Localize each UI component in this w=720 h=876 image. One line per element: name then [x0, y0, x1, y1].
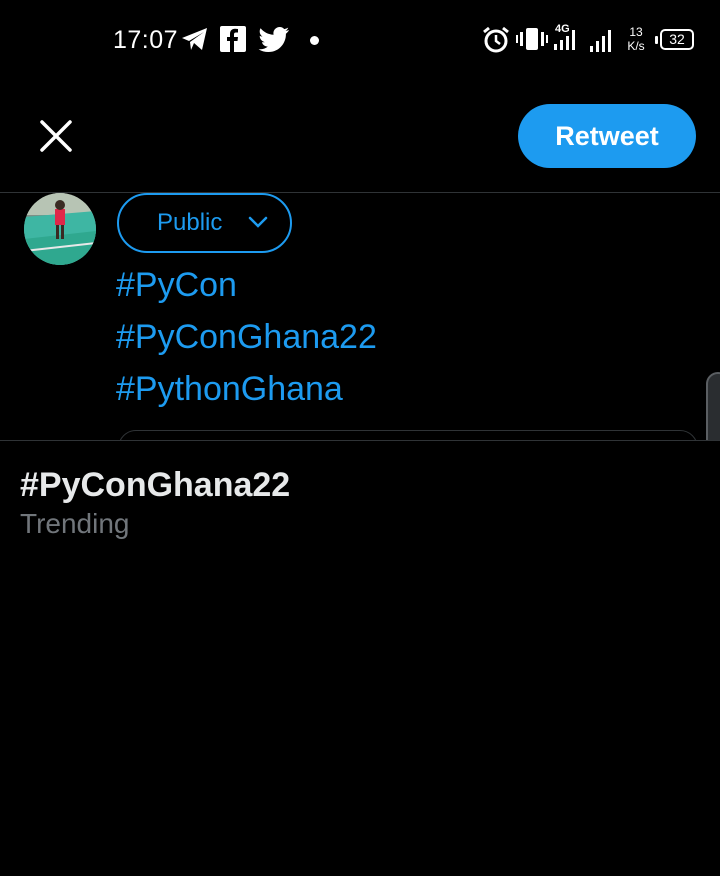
suggestion-subtitle: Trending [20, 508, 130, 539]
signal-4g-icon: 4G [552, 22, 582, 57]
avatar[interactable] [24, 193, 96, 265]
telegram-icon [180, 24, 210, 59]
hashtag-pyconghana22[interactable]: #PyConGhana22 [116, 318, 377, 357]
hashtag-suggestions: #PyConGhana22 Trending [0, 440, 720, 876]
profile-photo [24, 193, 96, 265]
alarm-icon [482, 26, 510, 59]
chevron-down-icon [248, 216, 268, 228]
close-icon [40, 120, 72, 152]
battery-indicator: 32 [655, 29, 694, 50]
hashtag-pycon[interactable]: #PyCon [116, 266, 237, 305]
signal-bars-icon [588, 24, 618, 57]
network-speed-value: 13 [629, 25, 643, 39]
twitter-icon [258, 27, 290, 58]
network-speed-unit: K/s [627, 39, 645, 53]
status-time: 17:07 [113, 26, 179, 54]
hashtag-pythonghana[interactable]: #PythonGhana [116, 370, 343, 409]
retweet-button[interactable]: Retweet [518, 104, 696, 168]
network-badge: 4G [555, 23, 570, 35]
network-speed: 13 K/s [622, 25, 650, 53]
audience-selector[interactable]: Public [117, 193, 292, 253]
dot-icon [310, 36, 319, 45]
status-bar: 17:07 4G 13 K/s 32 [0, 0, 720, 80]
audience-label: Public [157, 209, 223, 236]
close-button[interactable] [32, 112, 80, 160]
facebook-icon [220, 26, 246, 57]
suggestion-item[interactable]: #PyConGhana22 Trending [0, 441, 700, 551]
header-divider [0, 192, 720, 193]
vibrate-icon [516, 27, 548, 56]
suggestion-title: #PyConGhana22 [20, 466, 291, 504]
